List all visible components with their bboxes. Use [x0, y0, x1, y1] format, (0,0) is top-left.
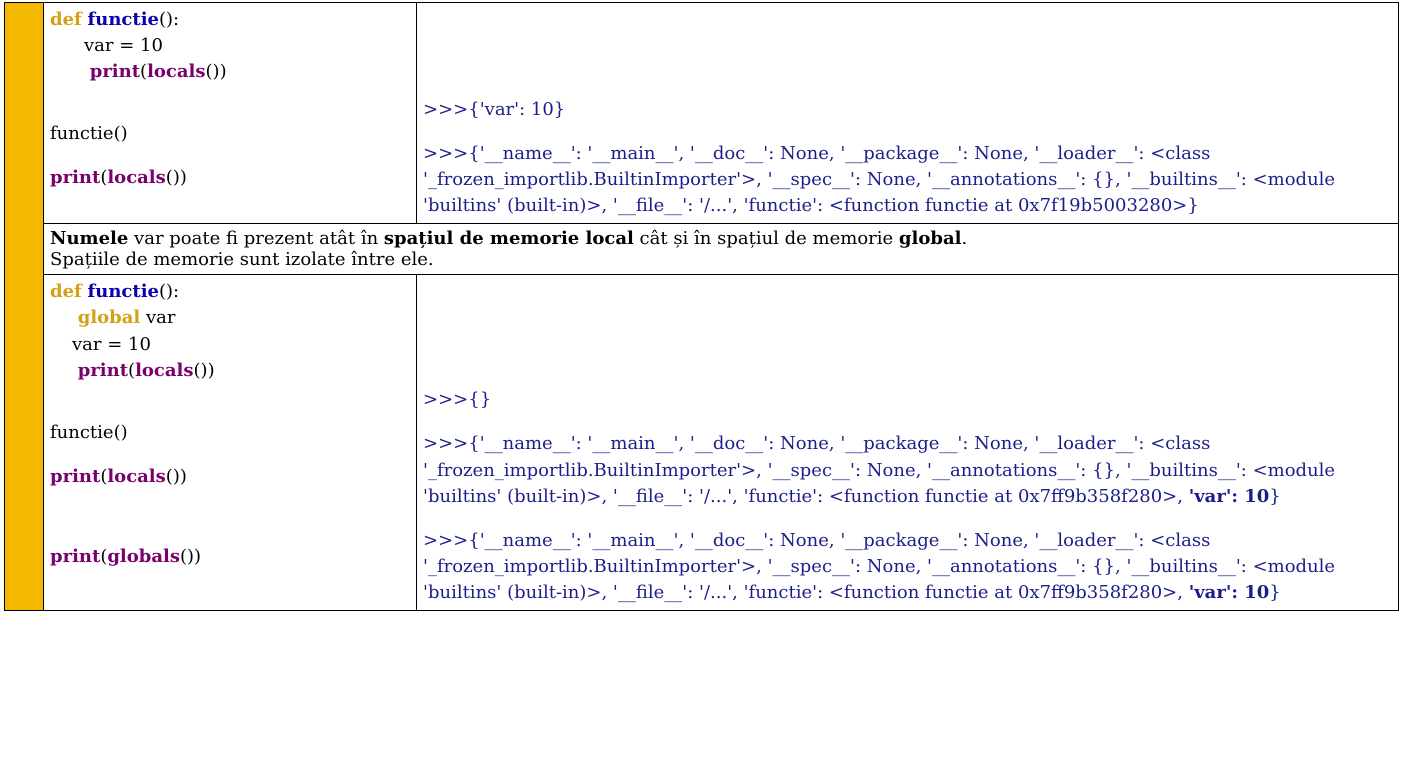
code-cell-1: def functie(): var = 10 print(locals()) … — [44, 3, 417, 224]
output-line: '_frozen_importlib.BuiltinImporter'>, '_… — [423, 167, 1392, 193]
code-cell-2: def functie(): global var var = 10 print… — [44, 275, 417, 611]
code-line: print(locals()) — [50, 165, 410, 191]
output-bold: 'var': 10 — [1189, 486, 1270, 507]
note-bold: Numele — [50, 228, 128, 249]
builtin-locals: locals — [107, 167, 165, 188]
builtin-locals: locals — [107, 466, 165, 487]
note-bold: global — [899, 228, 962, 249]
code-line: print(locals()) — [50, 464, 410, 490]
code-text: var — [140, 307, 175, 328]
code-text: ()) — [206, 61, 227, 82]
code-line: functie() — [50, 121, 410, 147]
output-text: 'builtins' (built-in)>, '__file__': '/..… — [423, 486, 1189, 507]
code-text: ()) — [194, 360, 215, 381]
builtin-locals: locals — [147, 61, 205, 82]
output-line: '_frozen_importlib.BuiltinImporter'>, '_… — [423, 458, 1392, 484]
output-line: 'builtins' (built-in)>, '__file__': '/..… — [423, 193, 1392, 219]
output-cell-2: >>>{} >>>{'__name__': '__main__', '__doc… — [417, 275, 1399, 611]
output-text: 'builtins' (built-in)>, '__file__': '/..… — [423, 582, 1189, 603]
output-line: 'builtins' (built-in)>, '__file__': '/..… — [423, 484, 1392, 510]
code-line: global var — [50, 305, 410, 331]
code-text: ()) — [166, 167, 187, 188]
output-text: } — [1269, 582, 1280, 603]
builtin-print: print — [90, 61, 140, 82]
builtin-globals: globals — [107, 546, 180, 567]
function-name: functie — [88, 281, 159, 302]
note-line-2: Spațiile de memorie sunt izolate între e… — [50, 249, 1392, 270]
output-line: >>>{'__name__': '__main__', '__doc__': N… — [423, 141, 1392, 167]
code-text: ()) — [180, 546, 201, 567]
code-line: functie() — [50, 420, 410, 446]
code-line: def functie(): — [50, 279, 410, 305]
keyword-global: global — [78, 307, 141, 328]
output-line: 'builtins' (built-in)>, '__file__': '/..… — [423, 580, 1392, 606]
code-line: print(locals()) — [50, 59, 410, 85]
output-line: >>>{'__name__': '__main__', '__doc__': N… — [423, 528, 1392, 554]
code-text: functie() — [50, 422, 128, 443]
output-cell-1: >>>{'var': 10} >>>{'__name__': '__main__… — [417, 3, 1399, 224]
output-line: >>>{'var': 10} — [423, 97, 1392, 123]
code-text: (): — [159, 9, 179, 30]
code-line: var = 10 — [50, 332, 410, 358]
output-line: '_frozen_importlib.BuiltinImporter'>, '_… — [423, 554, 1392, 580]
code-text: (): — [159, 281, 179, 302]
note-line-1: Numele var poate fi prezent atât în spaț… — [50, 228, 1392, 249]
code-text: functie() — [50, 123, 128, 144]
function-name: functie — [88, 9, 159, 30]
builtin-print: print — [78, 360, 128, 381]
output-text: } — [1269, 486, 1280, 507]
keyword-def: def — [50, 9, 82, 30]
code-line: def functie(): — [50, 7, 410, 33]
code-text: var = 10 — [84, 35, 163, 56]
builtin-locals: locals — [135, 360, 193, 381]
note-cell: Numele var poate fi prezent atât în spaț… — [44, 224, 1399, 275]
output-line: >>>{'__name__': '__main__', '__doc__': N… — [423, 431, 1392, 457]
builtin-print: print — [50, 167, 100, 188]
output-bold: 'var': 10 — [1189, 582, 1270, 603]
builtin-print: print — [50, 546, 100, 567]
note-text: var poate fi prezent atât în — [128, 228, 384, 249]
code-text: var = 10 — [72, 334, 151, 355]
code-examples-table: def functie(): var = 10 print(locals()) … — [4, 2, 1399, 611]
note-bold: spațiul de memorie local — [384, 228, 634, 249]
code-line: print(locals()) — [50, 358, 410, 384]
example-row-1: def functie(): var = 10 print(locals()) … — [5, 3, 1399, 224]
highlight-stripe — [5, 3, 44, 611]
note-row: Numele var poate fi prezent atât în spaț… — [5, 224, 1399, 275]
example-row-2: def functie(): global var var = 10 print… — [5, 275, 1399, 611]
code-line: var = 10 — [50, 33, 410, 59]
builtin-print: print — [50, 466, 100, 487]
code-line: print(globals()) — [50, 544, 410, 570]
keyword-def: def — [50, 281, 82, 302]
note-text: . — [961, 228, 967, 249]
code-text: ()) — [166, 466, 187, 487]
note-text: cât și în spațiul de memorie — [634, 228, 899, 249]
output-line: >>>{} — [423, 387, 1392, 413]
